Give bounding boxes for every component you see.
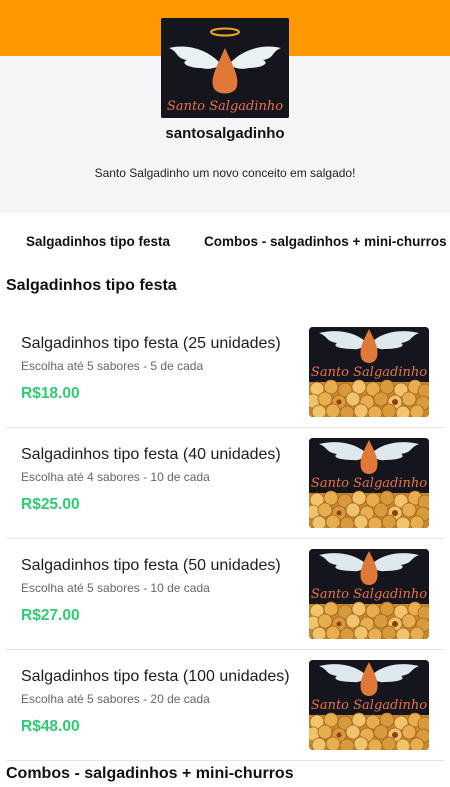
logo-text: Santo Salgadinho: [167, 99, 283, 114]
product-item[interactable]: Salgadinhos tipo festa (40 unidades) Esc…: [6, 428, 444, 539]
product-name: Salgadinhos tipo festa (25 unidades): [21, 335, 281, 352]
product-image: Santo Salgadinho: [309, 660, 429, 750]
product-description: Escolha até 4 sabores - 10 de cada: [21, 470, 210, 484]
product-item[interactable]: Salgadinhos tipo festa (100 unidades) Es…: [6, 650, 444, 761]
product-name: Salgadinhos tipo festa (100 unidades): [21, 668, 290, 685]
product-description: Escolha até 5 sabores - 20 de cada: [21, 692, 210, 706]
product-image: Santo Salgadinho: [309, 549, 429, 639]
store-name: santosalgadinho: [165, 125, 285, 142]
tab-salgadinhos-tipo-festa[interactable]: Salgadinhos tipo festa: [26, 234, 170, 249]
product-name: Salgadinhos tipo festa (40 unidades): [21, 446, 281, 463]
product-image-text: Santo Salgadinho: [311, 587, 427, 602]
product-name: Salgadinhos tipo festa (50 unidades): [21, 557, 281, 574]
product-item[interactable]: Salgadinhos tipo festa (50 unidades) Esc…: [6, 539, 444, 650]
section-title: Salgadinhos tipo festa: [6, 277, 177, 294]
product-image: Santo Salgadinho: [309, 438, 429, 528]
product-description: Escolha até 5 sabores - 10 de cada: [21, 581, 210, 595]
product-price: R$25.00: [21, 496, 80, 513]
product-price: R$18.00: [21, 385, 80, 402]
product-image-text: Santo Salgadinho: [311, 476, 427, 491]
section-title: Combos - salgadinhos + mini-churros: [6, 765, 294, 782]
product-image-text: Santo Salgadinho: [311, 365, 427, 380]
product-description: Escolha até 5 sabores - 5 de cada: [21, 359, 204, 373]
store-description: Santo Salgadinho um novo conceito em sal…: [94, 166, 356, 180]
product-price: R$48.00: [21, 718, 80, 735]
product-item[interactable]: Salgadinhos tipo festa (25 unidades) Esc…: [6, 317, 444, 428]
product-image: Santo Salgadinho: [309, 327, 429, 417]
tab-combos[interactable]: Combos - salgadinhos + mini-churros: [204, 234, 447, 249]
category-tabs: Salgadinhos tipo festa Combos - salgadin…: [0, 221, 450, 263]
product-image-text: Santo Salgadinho: [311, 698, 427, 713]
product-price: R$27.00: [21, 607, 80, 624]
store-logo: Santo Salgadinho: [161, 18, 289, 118]
